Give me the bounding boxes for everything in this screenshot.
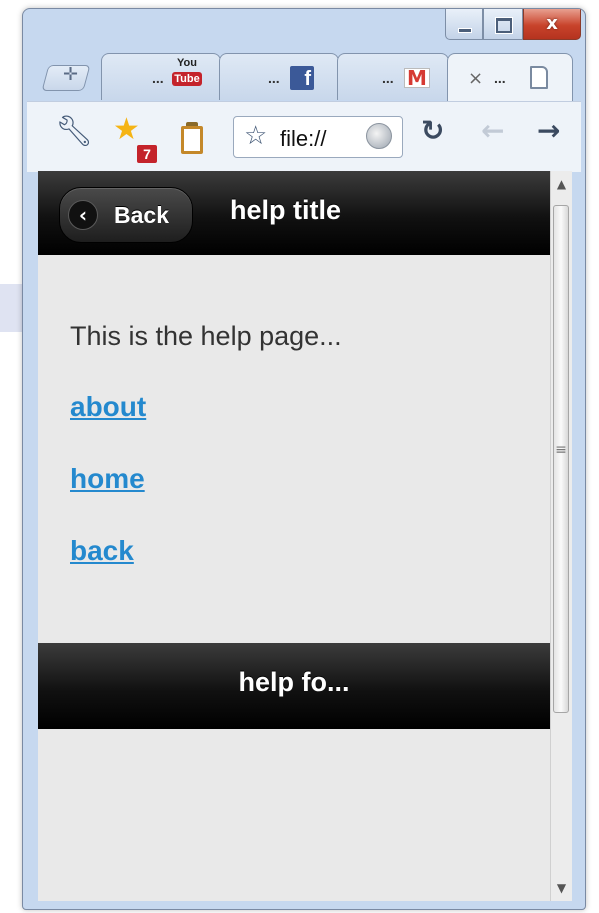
back-arrow-icon[interactable]: ← — [481, 114, 504, 147]
tab-gmail[interactable]: ... M — [337, 53, 449, 100]
scrollbar-thumb[interactable]: ≡ — [553, 205, 569, 713]
extension-badge: 7 — [137, 145, 157, 163]
globe-icon — [366, 123, 392, 149]
tab-label: ... — [152, 70, 164, 86]
minimize-icon — [458, 28, 472, 33]
youtube-icon: You Tube — [172, 57, 202, 86]
footer-title: help fo... — [238, 667, 350, 697]
window-caption-buttons: x — [445, 9, 581, 42]
maximize-icon — [496, 18, 512, 33]
home-link[interactable]: home — [70, 463, 145, 495]
vertical-scrollbar[interactable]: ▲ ≡ ▼ — [550, 171, 572, 901]
tab-youtube[interactable]: ... You Tube — [101, 53, 221, 100]
page-footer: help fo... — [38, 643, 550, 729]
close-window-button[interactable]: x — [523, 9, 581, 40]
tab-label: ... — [494, 70, 506, 86]
grip-icon: ≡ — [555, 442, 567, 458]
tab-label: ... — [268, 70, 280, 86]
url-text[interactable]: file:// — [280, 126, 326, 152]
bookmark-star-icon[interactable]: ☆ — [244, 121, 267, 151]
page-viewport: ‹ Back help title This is the help page.… — [38, 171, 550, 901]
chevron-left-icon: ‹ — [68, 200, 98, 230]
tab-active[interactable]: × ... — [447, 53, 573, 102]
back-button-label: Back — [114, 202, 169, 228]
scroll-down-icon[interactable]: ▼ — [551, 881, 572, 895]
about-link[interactable]: about — [70, 391, 146, 423]
tab-close-icon[interactable]: × — [468, 68, 483, 89]
tab-facebook[interactable]: ... f — [219, 53, 339, 100]
tab-label: ... — [382, 70, 394, 86]
facebook-icon: f — [290, 66, 314, 90]
plus-icon: ✛ — [63, 64, 79, 85]
scroll-up-icon[interactable]: ▲ — [551, 177, 572, 191]
close-icon: x — [546, 13, 558, 34]
tab-strip: ✛ ... You Tube ... f ... M × ... — [23, 45, 585, 102]
browser-toolbar: 🔧︎ ★ 7 ☆ file:// ↻ ← → — [27, 101, 581, 172]
clipboard-extension-icon[interactable] — [181, 126, 203, 154]
page-header: ‹ Back help title — [38, 171, 550, 255]
address-bar[interactable]: ☆ file:// — [233, 116, 403, 158]
maximize-button[interactable] — [483, 9, 523, 40]
help-text: This is the help page... — [70, 321, 342, 351]
page-title: help title — [230, 195, 342, 225]
back-button[interactable]: ‹ Back — [59, 187, 193, 243]
gmail-icon: M — [404, 66, 430, 90]
browser-window: x ✛ ... You Tube ... f ... M × ... 🔧︎ ★ … — [22, 8, 586, 910]
reload-icon[interactable]: ↻ — [421, 114, 444, 147]
page-icon — [530, 66, 548, 89]
wrench-icon[interactable]: 🔧︎ — [55, 114, 93, 149]
back-link[interactable]: back — [70, 535, 134, 567]
minimize-button[interactable] — [445, 9, 483, 40]
extension-star-icon[interactable]: ★ — [113, 112, 140, 147]
forward-arrow-icon[interactable]: → — [537, 114, 560, 147]
